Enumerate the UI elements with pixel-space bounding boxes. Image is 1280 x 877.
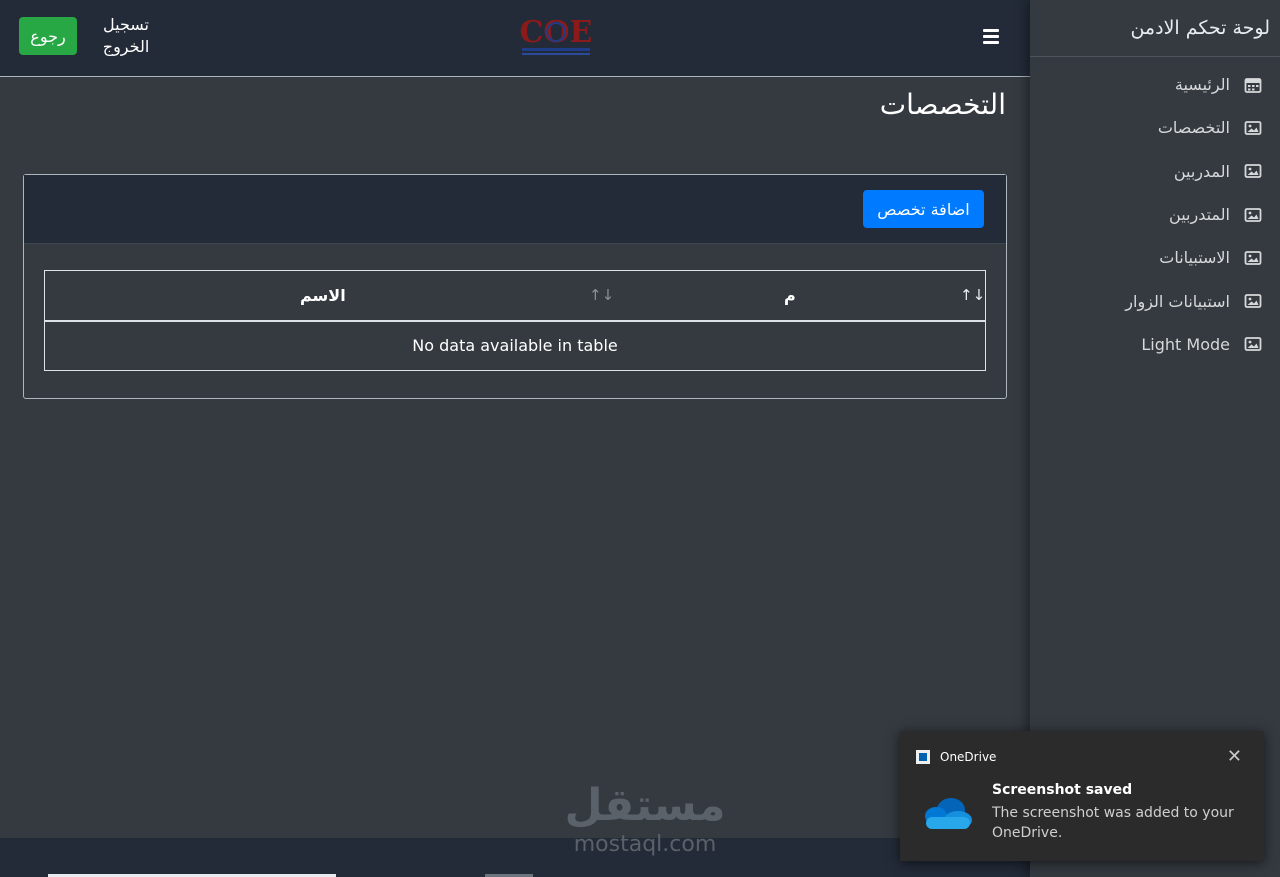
image-icon <box>1244 207 1262 222</box>
logout-link[interactable]: تسجيل الخروج <box>96 14 156 58</box>
toast-app-name: OneDrive <box>940 750 997 764</box>
table-empty-message: No data available in table <box>412 336 618 355</box>
top-navbar: رجوع تسجيل الخروج COE <box>0 0 1030 77</box>
sidebar-item-label: استبيانات الزوار <box>1125 291 1230 311</box>
footer <box>0 838 1030 877</box>
sort-icon[interactable]: ↑↓ <box>960 271 985 320</box>
specializations-table: ↑↓ م ↑↓ الاسم No data available in table <box>44 270 986 371</box>
image-icon <box>1244 164 1262 179</box>
watermark-latin: mostaql.com <box>573 832 717 857</box>
close-icon[interactable]: ✕ <box>1227 746 1242 767</box>
back-button[interactable]: رجوع <box>19 17 77 55</box>
page-title: التخصصات <box>879 88 1006 121</box>
toast-app-header: OneDrive <box>916 750 996 764</box>
main-content: رجوع تسجيل الخروج COE التخصصات اضافة تخص… <box>0 0 1030 877</box>
sidebar-item-trainers[interactable]: المدربين <box>1030 150 1280 193</box>
calendar-icon <box>1244 77 1262 93</box>
image-icon <box>1244 250 1262 265</box>
sidebar-item-trainees[interactable]: المتدربين <box>1030 193 1280 236</box>
sidebar-item-label: التخصصات <box>1157 118 1230 138</box>
onedrive-notification[interactable]: OneDrive ✕ Screenshot saved The screensh… <box>900 731 1264 861</box>
sidebar-item-label: Light Mode <box>1141 334 1230 354</box>
sidebar-nav: الرئيسية التخصصات المدربين المتدربين الا… <box>1030 63 1280 366</box>
onedrive-app-icon <box>916 750 930 764</box>
column-header-name[interactable]: الاسم <box>300 271 346 320</box>
sidebar-item-surveys[interactable]: الاستبيانات <box>1030 236 1280 279</box>
image-icon <box>1244 121 1262 135</box>
image-icon <box>1244 337 1262 352</box>
sort-icon[interactable]: ↑↓ <box>589 271 614 320</box>
image-icon <box>1244 294 1262 309</box>
sidebar-item-visitor-surveys[interactable]: استبيانات الزوار <box>1030 279 1280 322</box>
toast-body: The screenshot was added to your OneDriv… <box>992 805 1234 841</box>
toast-title: Screenshot saved <box>992 782 1133 798</box>
menu-toggle-icon[interactable] <box>983 29 999 45</box>
sidebar-item-specializations[interactable]: التخصصات <box>1030 106 1280 149</box>
sidebar-item-home[interactable]: الرئيسية <box>1030 63 1280 106</box>
watermark-arabic: مستقل <box>564 780 726 831</box>
add-specialization-button[interactable]: اضافة تخصص <box>863 190 984 228</box>
column-header-number[interactable]: م <box>784 271 796 320</box>
specializations-card: اضافة تخصص ↑↓ م ↑↓ الاسم No data availab… <box>23 174 1007 399</box>
table-header: ↑↓ م ↑↓ الاسم <box>45 271 985 322</box>
watermark: مستقل mostaql.com <box>560 780 730 858</box>
card-header: اضافة تخصص <box>24 175 1006 244</box>
sidebar-item-label: الاستبيانات <box>1159 248 1230 268</box>
sidebar-item-label: المتدربين <box>1169 205 1230 225</box>
svg-text:COE: COE <box>520 15 593 50</box>
cloud-icon <box>925 798 972 829</box>
logo-icon: COE <box>520 15 593 55</box>
sidebar-item-label: المدربين <box>1173 161 1230 181</box>
sidebar-brand[interactable]: لوحة تحكم الادمن <box>1030 0 1280 57</box>
sidebar-item-light-mode[interactable]: Light Mode <box>1030 323 1280 366</box>
sidebar-item-label: الرئيسية <box>1174 75 1230 95</box>
